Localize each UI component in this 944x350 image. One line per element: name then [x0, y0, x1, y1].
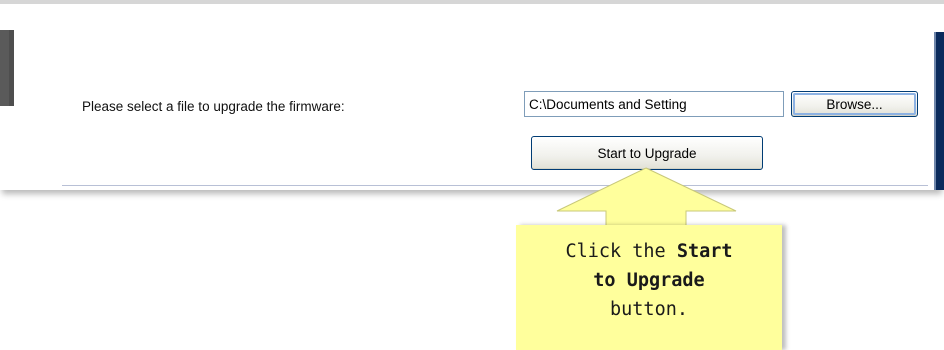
callout-line3: button.: [610, 299, 688, 320]
start-upgrade-button-label: Start to Upgrade: [597, 145, 697, 161]
firmware-upgrade-panel: Please select a file to upgrade the firm…: [0, 0, 944, 190]
right-frame-border: [934, 32, 944, 190]
firmware-file-label: Please select a file to upgrade the firm…: [82, 99, 345, 114]
callout-text: Click the Start to Upgrade button.: [516, 237, 782, 324]
separator-line: [62, 185, 928, 186]
callout-line1-bold: Start: [676, 241, 733, 262]
callout-line2-bold: to Upgrade: [593, 270, 705, 291]
browse-button-label: Browse...: [826, 96, 883, 112]
start-upgrade-button[interactable]: Start to Upgrade: [531, 136, 763, 170]
browse-button[interactable]: Browse...: [791, 91, 918, 117]
firmware-file-input[interactable]: [524, 91, 784, 117]
left-frame-strip: [0, 30, 14, 190]
callout-line1-prefix: Click the: [565, 241, 666, 262]
